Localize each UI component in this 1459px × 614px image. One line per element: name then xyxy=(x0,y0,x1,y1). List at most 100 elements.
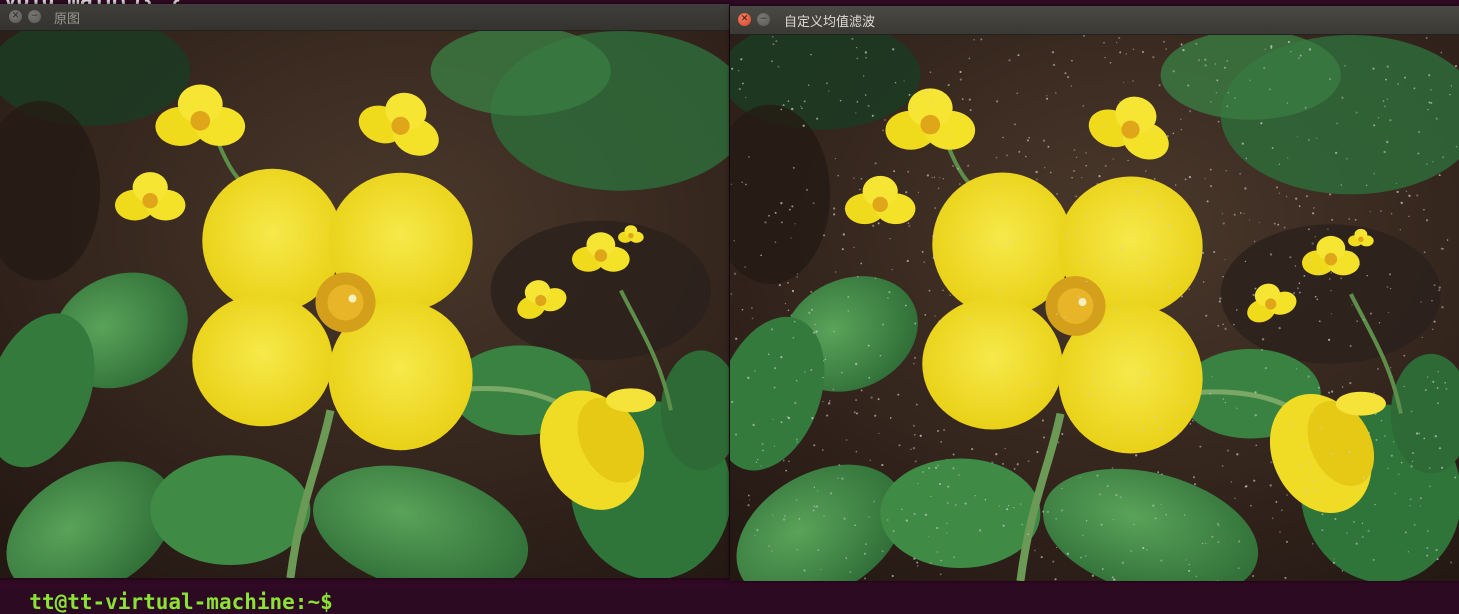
noise-speck xyxy=(1085,152,1087,154)
noise-speck xyxy=(1004,447,1006,450)
noise-speck xyxy=(854,198,857,201)
noise-speck xyxy=(842,233,846,236)
noise-speck xyxy=(824,358,827,361)
noise-speck xyxy=(789,208,791,211)
noise-speck xyxy=(1119,258,1122,261)
noise-speck xyxy=(1423,251,1426,254)
noise-speck xyxy=(1142,428,1145,431)
noise-speck xyxy=(1385,140,1389,144)
noise-speck xyxy=(775,40,778,43)
noise-speck xyxy=(1185,559,1187,561)
noise-speck xyxy=(877,222,880,225)
noise-speck xyxy=(1180,352,1183,356)
titlebar-mean-filter[interactable]: ✕ − 自定义均值滤波 xyxy=(730,6,1459,35)
noise-speck xyxy=(1253,240,1256,243)
noise-speck xyxy=(826,414,829,417)
noise-speck xyxy=(1159,344,1162,347)
noise-speck xyxy=(1142,546,1145,550)
noise-speck xyxy=(905,519,908,522)
minimize-icon[interactable]: − xyxy=(757,13,770,26)
minimize-icon[interactable]: − xyxy=(28,10,41,23)
close-icon[interactable]: ✕ xyxy=(9,10,22,23)
noise-speck xyxy=(1356,320,1359,323)
noise-speck xyxy=(1240,212,1242,214)
noise-speck xyxy=(1033,549,1036,552)
noise-speck xyxy=(882,129,884,132)
noise-speck xyxy=(1327,338,1331,342)
noise-speck xyxy=(1287,157,1289,159)
noise-speck xyxy=(1085,555,1087,557)
noise-speck xyxy=(1449,93,1451,96)
noise-speck xyxy=(772,43,775,46)
noise-speck xyxy=(949,135,951,137)
noise-speck xyxy=(1199,445,1202,448)
titlebar-original[interactable]: ✕ − 原图 xyxy=(0,4,729,31)
noise-speck xyxy=(1303,445,1306,448)
noise-speck xyxy=(946,458,948,461)
noise-speck xyxy=(867,104,870,107)
noise-speck xyxy=(1173,364,1176,367)
noise-speck xyxy=(1399,229,1401,231)
noise-speck xyxy=(1352,463,1355,465)
noise-speck xyxy=(855,112,857,114)
noise-speck xyxy=(1117,390,1120,393)
noise-speck xyxy=(1045,236,1047,239)
noise-speck xyxy=(1139,399,1142,402)
noise-speck xyxy=(892,530,895,533)
noise-speck xyxy=(1411,460,1414,462)
noise-speck xyxy=(998,199,1000,202)
noise-speck xyxy=(837,477,839,479)
original-image xyxy=(0,31,729,578)
noise-speck xyxy=(1093,406,1096,409)
noise-speck xyxy=(1303,274,1306,277)
window-mean-filter[interactable]: ✕ − 自定义均值滤波 xyxy=(730,6,1459,581)
noise-speck xyxy=(877,398,880,401)
noise-speck xyxy=(1163,262,1166,264)
noise-speck xyxy=(1149,372,1152,375)
noise-speck xyxy=(745,183,747,186)
noise-speck xyxy=(792,336,795,339)
noise-speck xyxy=(889,417,892,419)
window-original[interactable]: ✕ − 原图 xyxy=(0,4,729,578)
noise-speck xyxy=(932,234,935,238)
terminal-prompt: tt@tt-virtual-machine:~$ xyxy=(29,590,333,614)
noise-speck xyxy=(1286,494,1288,496)
noise-speck xyxy=(938,176,941,179)
noise-speck xyxy=(854,524,856,527)
noise-speck xyxy=(1378,322,1381,324)
noise-speck xyxy=(1201,251,1205,254)
noise-speck xyxy=(1419,505,1422,507)
noise-speck xyxy=(1182,48,1185,52)
noise-speck xyxy=(1211,376,1213,378)
noise-speck xyxy=(1224,259,1226,261)
noise-speck xyxy=(788,460,790,463)
noise-speck xyxy=(1286,102,1289,104)
noise-speck xyxy=(795,499,798,501)
noise-speck xyxy=(847,295,850,298)
noise-speck xyxy=(1016,463,1019,466)
noise-speck xyxy=(1144,186,1148,189)
close-icon[interactable]: ✕ xyxy=(738,13,751,26)
noise-speck xyxy=(1249,79,1251,82)
noise-speck xyxy=(1086,213,1089,216)
noise-speck xyxy=(1034,267,1037,271)
noise-speck xyxy=(926,371,929,374)
noise-speck xyxy=(1145,170,1147,172)
noise-speck xyxy=(959,112,962,115)
noise-speck xyxy=(1255,444,1258,447)
noise-speck xyxy=(1297,57,1300,60)
noise-speck xyxy=(1394,492,1397,495)
noise-speck xyxy=(1258,221,1260,224)
noise-speck xyxy=(1201,542,1204,545)
noise-speck xyxy=(1384,105,1386,108)
noise-speck xyxy=(1390,454,1393,457)
noise-speck xyxy=(1115,42,1118,44)
noise-speck xyxy=(946,502,949,504)
noise-speck xyxy=(1390,367,1392,369)
noise-speck xyxy=(1341,96,1344,99)
noise-speck xyxy=(860,262,863,265)
noise-speck xyxy=(1316,501,1319,504)
noise-speck xyxy=(777,65,780,68)
noise-speck xyxy=(1260,348,1264,351)
noise-speck xyxy=(905,191,908,194)
